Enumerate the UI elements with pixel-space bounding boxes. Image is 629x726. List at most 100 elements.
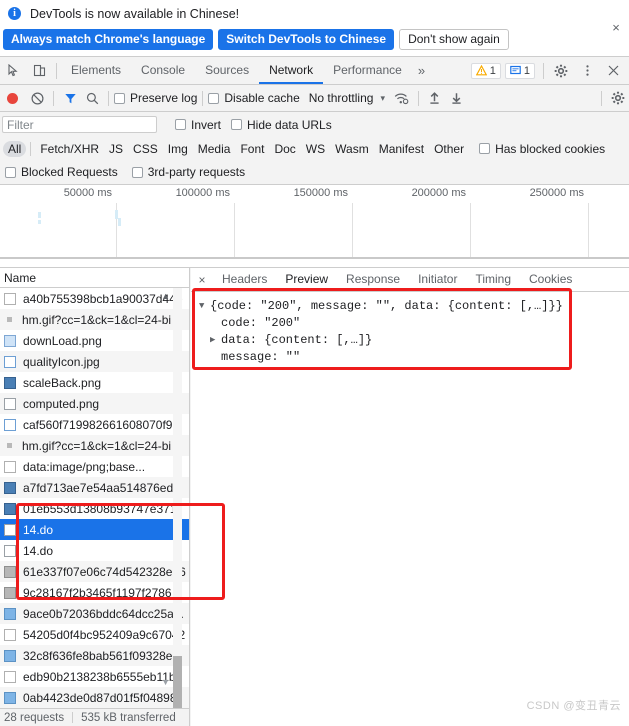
disable-cache-box[interactable] <box>208 92 220 104</box>
record-button[interactable] <box>7 92 18 104</box>
scroll-down-icon[interactable]: ▼ <box>161 677 170 687</box>
detail-tab-timing[interactable]: Timing <box>466 268 520 291</box>
request-row[interactable]: 9c28167f2b3465f1197f2786 <box>0 582 189 603</box>
json-message-line: message: "" <box>199 349 629 366</box>
request-name: 14.do <box>23 543 54 558</box>
invert-checkbox[interactable]: Invert <box>175 118 221 132</box>
tab-console[interactable]: Console <box>131 57 195 84</box>
request-row[interactable]: downLoad.png <box>0 330 189 351</box>
request-row[interactable]: caf560f719982661608070f96 <box>0 414 189 435</box>
type-filter-wasm[interactable]: Wasm <box>330 141 374 157</box>
invert-box[interactable] <box>175 119 186 130</box>
type-filter-font[interactable]: Font <box>235 141 269 157</box>
type-filter-other[interactable]: Other <box>429 141 469 157</box>
request-row[interactable]: computed.png <box>0 393 189 414</box>
warning-badge[interactable]: 1 <box>470 62 501 79</box>
clear-icon[interactable] <box>26 87 48 109</box>
request-type-icon <box>4 418 16 431</box>
request-type-icon <box>7 443 12 448</box>
json-data-line[interactable]: ▶ data: {content: [,…]} <box>199 332 629 349</box>
request-list-panel[interactable]: Name a40b755398bcb1a90037d44b hm.gif?cc=1… <box>0 268 190 708</box>
request-row[interactable]: scaleBack.png <box>0 372 189 393</box>
request-type-icon <box>4 670 16 683</box>
request-type-icon <box>4 355 16 368</box>
gear-icon[interactable] <box>548 58 574 84</box>
request-row[interactable]: hm.gif?cc=1&ck=1&cl=24-bi <box>0 435 189 456</box>
expand-triangle-icon[interactable]: ▶ <box>210 332 221 349</box>
request-row[interactable]: 14.do <box>0 540 189 561</box>
more-tabs-icon[interactable]: » <box>412 63 431 78</box>
request-row[interactable]: 9ace0b72036bddc64dcc25a7. <box>0 603 189 624</box>
tab-elements[interactable]: Elements <box>61 57 131 84</box>
tab-performance[interactable]: Performance <box>323 57 412 84</box>
type-filter-js[interactable]: JS <box>104 141 128 157</box>
export-har-icon[interactable] <box>446 87 468 109</box>
request-row[interactable]: 61e337f07e06c74d542328ee6 <box>0 561 189 582</box>
dont-show-again-button[interactable]: Don't show again <box>399 28 509 50</box>
tab-sources[interactable]: Sources <box>195 57 259 84</box>
type-filter-fetch-xhr[interactable]: Fetch/XHR <box>35 141 104 157</box>
type-filter-img[interactable]: Img <box>163 141 193 157</box>
collapse-triangle-icon[interactable]: ▼ <box>199 298 210 315</box>
has-blocked-cookies-box[interactable] <box>479 143 491 154</box>
type-filter-css[interactable]: CSS <box>128 141 163 157</box>
network-conditions-icon[interactable] <box>391 87 413 109</box>
request-list-scrollbar-thumb[interactable] <box>173 656 182 708</box>
type-filter-doc[interactable]: Doc <box>269 141 300 157</box>
type-filter-all[interactable]: All <box>3 140 27 157</box>
request-row[interactable]: 14.do <box>0 519 189 540</box>
type-filter-ws[interactable]: WS <box>301 141 330 157</box>
throttling-select[interactable]: No throttling <box>309 91 374 105</box>
detail-tab-preview[interactable]: Preview <box>276 268 338 291</box>
request-row[interactable]: 0ab4423de0d87d01f5f04898f <box>0 687 189 708</box>
close-icon[interactable]: × <box>609 21 623 35</box>
sort-ascending-icon[interactable]: ▲ <box>161 291 170 301</box>
network-timeline-overview[interactable]: 50000 ms 100000 ms 150000 ms 200000 ms 25000… <box>0 185 629 268</box>
detail-tab-initiator[interactable]: Initiator <box>409 268 466 291</box>
import-har-icon[interactable] <box>424 87 446 109</box>
search-icon[interactable] <box>81 87 103 109</box>
language-banner: i DevTools is now available in Chinese! … <box>0 0 629 57</box>
json-root-line[interactable]: ▼ {code: "200", message: "", data: {cont… <box>199 298 629 315</box>
request-row[interactable]: qualityIcon.jpg <box>0 351 189 372</box>
detail-tab-cookies[interactable]: Cookies <box>520 268 581 291</box>
has-blocked-cookies-checkbox[interactable]: Has blocked cookies <box>479 142 605 156</box>
always-match-language-button[interactable]: Always match Chrome's language <box>3 28 214 50</box>
preserve-log-box[interactable] <box>114 92 125 104</box>
request-type-icon <box>4 544 16 557</box>
detail-tab-headers[interactable]: Headers <box>213 268 276 291</box>
request-row[interactable]: 32c8f636fe8bab561f09328e7. <box>0 645 189 666</box>
column-header-name[interactable]: Name <box>0 268 189 288</box>
third-party-requests-box[interactable] <box>131 166 143 178</box>
switch-to-chinese-button[interactable]: Switch DevTools to Chinese <box>218 28 395 50</box>
request-row[interactable]: hm.gif?cc=1&ck=1&cl=24-bi <box>0 309 189 330</box>
disable-cache-checkbox[interactable]: Disable cache <box>208 91 300 105</box>
request-row[interactable]: data:image/png;base... <box>0 456 189 477</box>
preserve-log-checkbox[interactable]: Preserve log <box>114 91 197 105</box>
filter-input[interactable] <box>2 116 157 133</box>
device-toolbar-icon[interactable] <box>26 58 52 84</box>
message-badge[interactable]: 1 <box>504 62 535 79</box>
filter-funnel-icon[interactable] <box>59 87 81 109</box>
hide-data-urls-checkbox[interactable]: Hide data URLs <box>231 118 332 132</box>
request-name: caf560f719982661608070f96 <box>23 417 180 432</box>
type-filter-media[interactable]: Media <box>193 141 236 157</box>
detail-tab-response[interactable]: Response <box>337 268 409 291</box>
detail-tabbar: × Headers Preview Response Initiator Tim… <box>191 268 629 292</box>
type-filter-manifest[interactable]: Manifest <box>374 141 429 157</box>
tab-network[interactable]: Network <box>259 57 324 84</box>
request-list-scroll-track[interactable] <box>173 288 182 708</box>
blocked-requests-box[interactable] <box>5 166 16 178</box>
chevron-down-icon[interactable]: ▾ <box>380 93 385 104</box>
close-detail-icon[interactable]: × <box>191 273 213 287</box>
request-row[interactable]: 54205d0f4bc952409a9c67042 <box>0 624 189 645</box>
more-vertical-icon[interactable] <box>574 58 600 84</box>
inspect-element-icon[interactable] <box>0 58 26 84</box>
third-party-requests-checkbox[interactable]: 3rd-party requests <box>131 165 245 179</box>
blocked-requests-checkbox[interactable]: Blocked Requests <box>5 165 118 179</box>
close-devtools-icon[interactable] <box>600 58 626 84</box>
hide-data-urls-box[interactable] <box>231 119 243 130</box>
request-row[interactable]: 01eb553d13808b93747e371 <box>0 498 189 519</box>
network-settings-gear-icon[interactable] <box>607 87 629 109</box>
request-row[interactable]: a7fd713ae7e54aa514876edb <box>0 477 189 498</box>
